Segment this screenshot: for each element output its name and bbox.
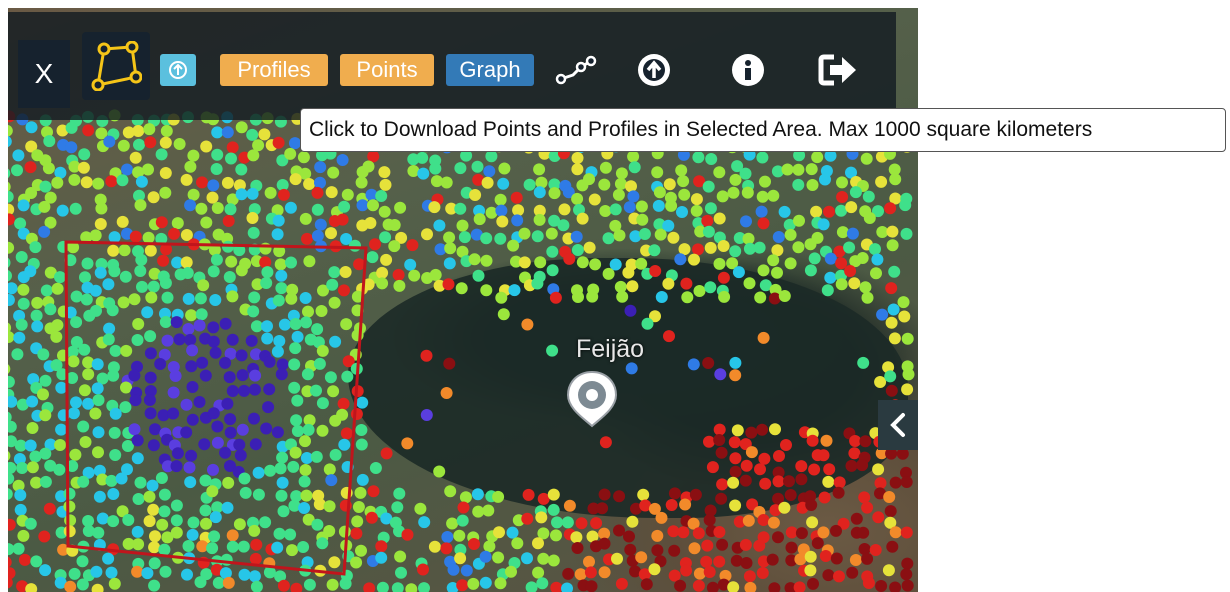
- graph-button[interactable]: Graph: [446, 54, 534, 86]
- sign-out-icon: [818, 54, 856, 86]
- chevron-left-icon: [890, 413, 905, 437]
- profiles-button[interactable]: Profiles: [220, 54, 328, 86]
- line-chart-button[interactable]: [554, 48, 598, 92]
- map-toolbar: X Profiles Points Graph: [8, 12, 896, 120]
- line-chart-icon: [555, 55, 597, 85]
- location-pin-icon[interactable]: [565, 370, 619, 433]
- download-selected-area-button[interactable]: [632, 48, 676, 92]
- sign-out-button[interactable]: [816, 48, 860, 92]
- collapse-panel-button[interactable]: [878, 400, 918, 450]
- close-button[interactable]: X: [18, 40, 70, 108]
- info-button[interactable]: [726, 48, 770, 92]
- place-label: Feijão: [576, 335, 645, 363]
- upload-area-button[interactable]: [160, 54, 196, 86]
- upload-arrow-icon: [638, 54, 670, 86]
- polygon-draw-icon: [91, 41, 142, 91]
- points-button[interactable]: Points: [340, 54, 434, 86]
- upload-circle-icon: [169, 61, 187, 79]
- draw-polygon-button[interactable]: [82, 32, 150, 100]
- download-tooltip: Click to Download Points and Profiles in…: [300, 108, 1226, 152]
- info-icon: [732, 54, 764, 86]
